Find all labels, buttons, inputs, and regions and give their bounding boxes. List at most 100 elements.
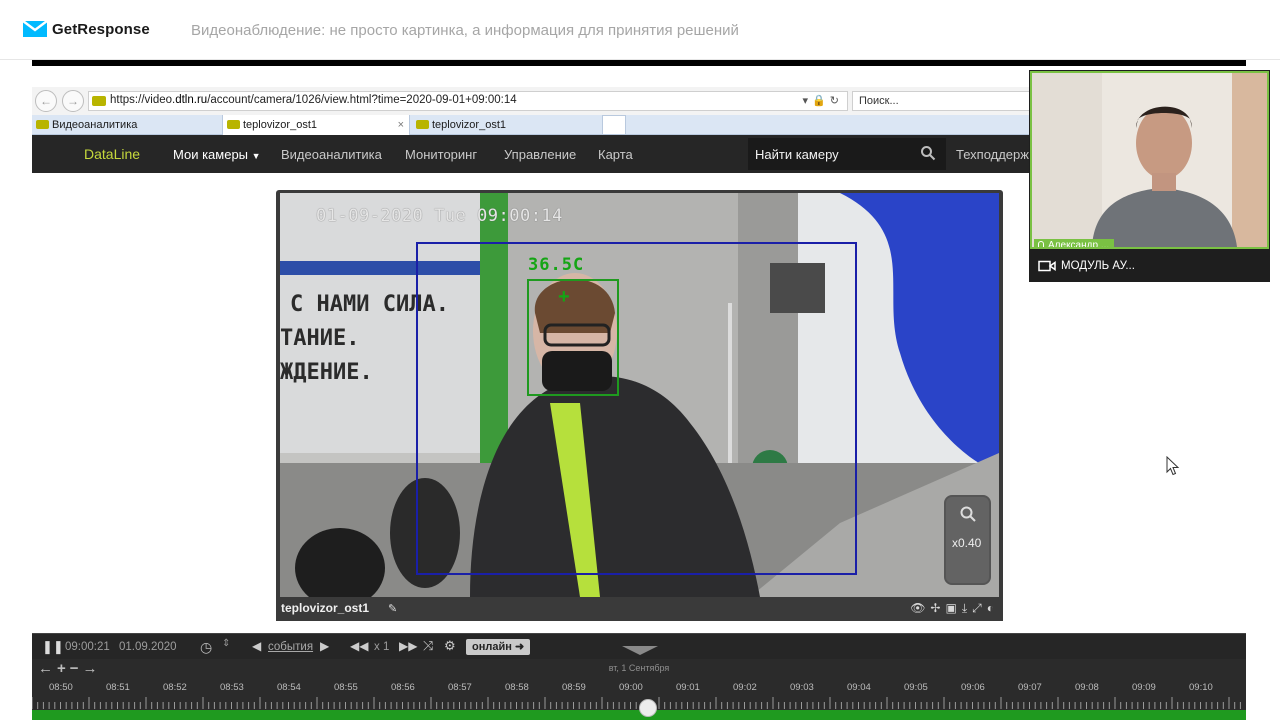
temperature-reading: 36.5C bbox=[528, 255, 585, 275]
timeline-tick-label: 09:00 bbox=[619, 682, 643, 693]
getresponse-logo-icon bbox=[22, 20, 48, 37]
cursor-icon bbox=[1166, 456, 1180, 476]
participant-video: Александр ... bbox=[1030, 71, 1269, 249]
search-icon[interactable] bbox=[920, 145, 936, 161]
video-controls: 👁✢▣⤓⤢◐ bbox=[910, 601, 999, 616]
settings-icon[interactable]: ⚙ bbox=[444, 638, 456, 654]
fullscreen-icon[interactable]: ⤢ bbox=[972, 601, 987, 615]
next-event-icon[interactable]: ▶ bbox=[320, 639, 329, 653]
fast-forward-icon[interactable]: ▶▶ bbox=[399, 639, 417, 653]
find-camera-input[interactable]: Найти камеру bbox=[748, 138, 946, 170]
timeline-tick-label: 08:55 bbox=[334, 682, 358, 693]
camera-name: teplovizor_ost1 bbox=[281, 601, 370, 615]
browser-toolbar: ← → https://video.dtln.ru/account/camera… bbox=[32, 87, 1032, 115]
refresh-icon[interactable]: ↻ bbox=[830, 95, 843, 107]
tab-label: Видеоаналитика bbox=[52, 119, 138, 131]
video-player: С НАМИ СИЛА. ТАНИЕ. ЖДЕНИЕ. 01-09-2020 T… bbox=[276, 190, 1003, 621]
face-detection-box bbox=[527, 279, 619, 396]
timeline-tick-label: 09:02 bbox=[733, 682, 757, 693]
detection-box bbox=[416, 242, 857, 575]
timeline-tick-label: 09:03 bbox=[790, 682, 814, 693]
tab-teplovizor-active[interactable]: teplovizor_ost1 × bbox=[222, 115, 410, 135]
move-icon[interactable]: ✢ bbox=[930, 601, 945, 615]
timeline-tick-label: 09:09 bbox=[1132, 682, 1156, 693]
timeline-tick-label: 08:57 bbox=[448, 682, 472, 693]
nav-videoanalytics[interactable]: Видеоаналитика bbox=[281, 147, 382, 162]
nav-my-cameras[interactable]: Мои камеры ▼ bbox=[173, 147, 261, 162]
crosshair-icon: + bbox=[558, 286, 570, 308]
archive-timeline: ❚❚ 09:00:21 01.09.2020 ◷ ⇕ ◀ события ▶ ◀… bbox=[32, 633, 1246, 720]
download-icon[interactable]: ⤓ bbox=[962, 601, 972, 615]
timeline-tick-label: 08:51 bbox=[106, 682, 130, 693]
playback-speed: x 1 bbox=[374, 641, 390, 653]
participant-name: Александр ... bbox=[1048, 240, 1110, 249]
prev-event-icon[interactable]: ◀ bbox=[252, 639, 261, 653]
zoom-icon[interactable] bbox=[959, 505, 977, 523]
lock-icon: 🔒 bbox=[812, 95, 830, 107]
tab-favicon bbox=[416, 120, 429, 129]
timeline-tick-label: 08:50 bbox=[49, 682, 73, 693]
mic-icon bbox=[1038, 241, 1044, 247]
timeline-tick-label: 09:10 bbox=[1189, 682, 1213, 693]
camera-feed[interactable]: С НАМИ СИЛА. ТАНИЕ. ЖДЕНИЕ. 01-09-2020 T… bbox=[280, 193, 999, 597]
close-tab-icon[interactable]: × bbox=[398, 115, 404, 135]
current-date: 01.09.2020 bbox=[119, 641, 177, 653]
search-placeholder: Поиск... bbox=[859, 95, 899, 107]
forward-icon[interactable]: → bbox=[62, 90, 84, 112]
browser-tab-strip: Видеоаналитика teplovizor_ost1 × teplovi… bbox=[32, 115, 1032, 135]
timeline-collapse-arrow[interactable] bbox=[622, 646, 658, 655]
timeline-tick-label: 09:04 bbox=[847, 682, 871, 693]
svg-text:ТАНИЕ.: ТАНИЕ. bbox=[280, 326, 359, 351]
back-icon[interactable]: ← bbox=[35, 90, 57, 112]
arrow-right-icon: ➜ bbox=[514, 641, 525, 653]
video-footer: teplovizor_ost1 ✎ 👁✢▣⤓⤢◐ bbox=[276, 597, 1003, 621]
nav-map[interactable]: Карта bbox=[598, 147, 633, 162]
timeline-tick-label: 08:59 bbox=[562, 682, 586, 693]
dropdown-icon[interactable]: ▾ bbox=[803, 95, 813, 107]
address-bar-icons: ▾🔒↻ bbox=[803, 94, 843, 107]
nav-management[interactable]: Управление bbox=[504, 147, 576, 162]
edit-icon[interactable]: ✎ bbox=[388, 602, 397, 615]
osd-timestamp: 01-09-2020 Tue 09:00:14 bbox=[316, 206, 563, 226]
find-camera-label: Найти камеру bbox=[755, 147, 839, 162]
events-link[interactable]: события bbox=[268, 641, 313, 653]
timeline-tick-label: 09:08 bbox=[1075, 682, 1099, 693]
timeline-tick-label: 08:56 bbox=[391, 682, 415, 693]
tab-favicon bbox=[227, 120, 240, 129]
url-text: https://video.dtln.ru/account/camera/102… bbox=[110, 94, 517, 106]
new-tab-button[interactable] bbox=[602, 115, 626, 135]
timeline-day-label: вт, 1 Сентября bbox=[608, 663, 670, 673]
svg-text:ЖДЕНИЕ.: ЖДЕНИЕ. bbox=[280, 360, 373, 385]
timeline-tick-label: 08:52 bbox=[163, 682, 187, 693]
dataline-logo[interactable]: DataLine bbox=[84, 146, 140, 162]
camera-icon[interactable] bbox=[1038, 260, 1056, 272]
current-time: 09:00:21 bbox=[65, 641, 110, 653]
rewind-icon[interactable]: ◀◀ bbox=[350, 639, 368, 653]
image-icon[interactable]: ▣ bbox=[945, 601, 961, 615]
address-bar[interactable]: https://video.dtln.ru/account/camera/102… bbox=[88, 91, 848, 111]
nav-monitoring[interactable]: Мониторинг bbox=[405, 147, 477, 162]
tab-videoanalytics[interactable]: Видеоаналитика bbox=[32, 115, 220, 135]
browser-search-input[interactable]: Поиск... bbox=[852, 91, 1030, 111]
clock-icon[interactable]: ◷ bbox=[200, 639, 212, 656]
participant-tile: Александр ... МОДУЛЬ АУ... bbox=[1029, 70, 1270, 282]
time-stepper-icon[interactable]: ⇕ bbox=[222, 638, 230, 649]
webinar-title: Видеонаблюдение: не просто картинка, а и… bbox=[191, 22, 739, 39]
zoom-control[interactable]: x0.40 bbox=[944, 495, 991, 585]
timeline-tick-label: 09:05 bbox=[904, 682, 928, 693]
online-button[interactable]: онлайн ➜ bbox=[466, 639, 531, 655]
zoom-value: x0.40 bbox=[952, 536, 982, 550]
timeline-tick-label: 08:54 bbox=[277, 682, 301, 693]
timeline-tick-label: 09:01 bbox=[676, 682, 700, 693]
pause-icon[interactable]: ❚❚ bbox=[42, 639, 64, 655]
timeline-tick-label: 08:58 bbox=[505, 682, 529, 693]
timeline-tick-label: 08:53 bbox=[220, 682, 244, 693]
palette-icon[interactable]: ◐ bbox=[987, 601, 999, 615]
eye-icon[interactable]: 👁 bbox=[910, 601, 930, 615]
tab-label: teplovizor_ost1 bbox=[243, 119, 317, 131]
webinar-header: GetResponse Видеонаблюдение: не просто к… bbox=[0, 0, 1280, 60]
tab-teplovizor[interactable]: teplovizor_ost1 bbox=[412, 115, 600, 135]
site-favicon bbox=[92, 96, 106, 106]
shuffle-icon[interactable]: ⤨ bbox=[423, 638, 433, 654]
playhead-handle[interactable] bbox=[639, 699, 657, 717]
